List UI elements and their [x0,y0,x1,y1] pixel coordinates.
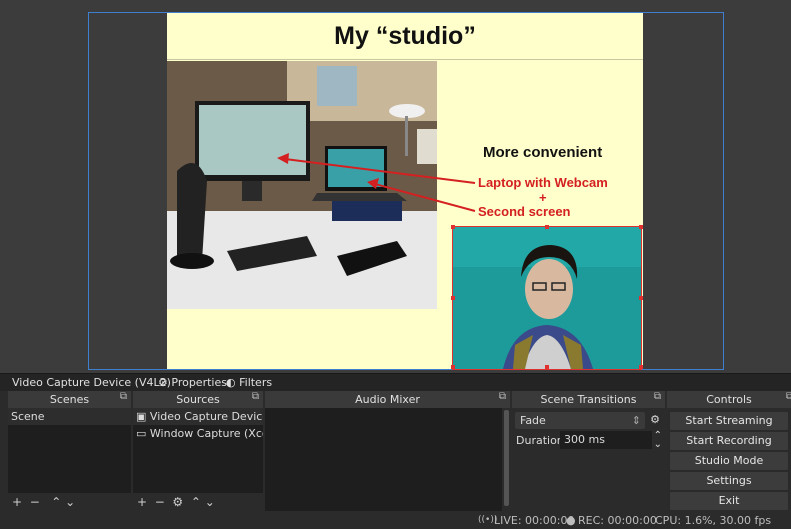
filter-icon: ◐ [226,376,236,389]
move-down-icon[interactable]: ⌄ [65,495,75,509]
sources-toolbar: + − ⚙ ⌃ ⌄ [133,493,263,511]
live-timer: LIVE: 00:00:00 [494,514,575,527]
list-item[interactable]: ▭ Window Capture (Xcom [133,425,263,442]
resize-handle[interactable] [639,225,643,229]
resize-handle[interactable] [639,296,643,300]
status-bar: ((•)) LIVE: 00:00:00 ● REC: 00:00:00 CPU… [0,512,791,529]
slide-source[interactable]: My “studio” More convenient Laptop with … [167,13,643,370]
float-icon[interactable]: ⧉ [252,391,259,402]
studio-mode-button[interactable]: Studio Mode [669,451,789,471]
move-up-icon[interactable]: ⌃ [47,495,61,509]
resize-handle[interactable] [545,225,549,229]
transitions-dock: Scene Transitions ⧉ Fade ⇕ ⚙ Duration 30… [512,391,665,511]
resize-handle[interactable] [451,365,455,369]
scenes-dock: Scenes ⧉ Scene + − ⌃ ⌄ [8,391,131,511]
scenes-list[interactable]: Scene [8,408,131,493]
start-streaming-button[interactable]: Start Streaming [669,411,789,431]
sources-dock: Sources ⧉ ▣ Video Capture Device (V ▭ Wi… [133,391,263,511]
settings-button[interactable]: Settings [669,471,789,491]
audio-mixer-dock: Audio Mixer ⧉ [265,391,510,511]
preview-area[interactable]: My “studio” More convenient Laptop with … [0,0,791,373]
cpu-stats: CPU: 1.6%, 30.00 fps [655,514,772,527]
list-item[interactable]: ▣ Video Capture Device (V [133,408,263,425]
float-icon[interactable]: ⧉ [499,391,506,402]
scenes-toolbar: + − ⌃ ⌄ [8,493,131,511]
resize-handle[interactable] [451,225,455,229]
move-down-icon[interactable]: ⌄ [205,495,215,509]
webcam-source[interactable] [452,226,642,370]
dock-title: Scene Transitions [512,391,665,408]
duration-input[interactable]: 300 ms [560,431,652,449]
move-up-icon[interactable]: ⌃ [187,495,201,509]
float-icon[interactable]: ⧉ [786,391,791,402]
resize-handle[interactable] [451,296,455,300]
properties-button[interactable]: ⚙ Properties [158,376,227,389]
canvas-frame[interactable]: My “studio” More convenient Laptop with … [88,12,724,370]
window-icon: ▭ [136,427,147,440]
selected-source-label: Video Capture Device (V4L2) [12,376,171,389]
camera-icon: ▣ [136,410,147,423]
add-icon[interactable]: + [12,495,22,509]
controls-dock: Controls ⧉ Start Streaming Start Recordi… [667,391,791,511]
duration-label: Duration [516,434,564,447]
source-toolbar: Video Capture Device (V4L2) ⚙ Properties… [0,373,791,391]
sources-list[interactable]: ▣ Video Capture Device (V ▭ Window Captu… [133,408,263,493]
gear-icon: ⚙ [158,376,168,389]
filters-button[interactable]: ◐ Filters [226,376,272,389]
chevron-updown-icon: ⇕ [631,414,641,427]
resize-handle[interactable] [545,365,549,369]
rec-timer: REC: 00:00:00 [578,514,657,527]
float-icon[interactable]: ⧉ [654,391,661,402]
dock-title: Sources [133,391,263,408]
dock-title: Scenes [8,391,131,408]
start-recording-button[interactable]: Start Recording [669,431,789,451]
gear-icon[interactable]: ⚙ [172,495,183,509]
add-icon[interactable]: + [137,495,147,509]
dock-title: Audio Mixer [265,391,510,408]
rec-icon: ● [566,514,576,527]
dock-title: Controls [667,391,791,408]
exit-button[interactable]: Exit [669,491,789,511]
gear-icon[interactable]: ⚙ [650,413,660,426]
audio-mixer-area [265,408,502,511]
remove-icon[interactable]: − [151,495,169,509]
scrollbar[interactable] [504,410,509,506]
resize-handle[interactable] [639,365,643,369]
stepper-icon[interactable]: ⌃ ⌄ [654,431,662,450]
list-item[interactable]: Scene [8,408,131,425]
remove-icon[interactable]: − [26,495,44,509]
float-icon[interactable]: ⧉ [120,391,127,402]
transition-select[interactable]: Fade ⇕ [515,412,645,429]
